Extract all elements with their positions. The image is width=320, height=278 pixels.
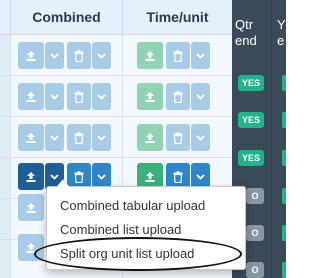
combined-upload-options-button[interactable] [45,42,64,69]
status-badge-edge [282,225,286,241]
upload-icon [145,50,155,61]
trash-icon [173,170,183,183]
table-row [0,117,232,158]
trash-icon [74,49,84,62]
header-qtr-end: Qtr end [235,17,257,48]
table-header-row: Combined Time/unit [0,0,232,35]
upload-icon [145,132,155,143]
combined-delete-button[interactable] [67,42,91,69]
column-divider [271,0,272,278]
combined-upload-button[interactable] [18,194,44,221]
upload-icon [26,242,36,253]
status-badge-edge [282,75,286,91]
chevron-down-icon [196,134,205,141]
column-divider [122,117,123,157]
trash-icon [74,131,84,144]
column-divider [10,240,11,278]
combined-upload-button[interactable] [18,124,44,151]
time-unit-delete-button[interactable] [166,124,190,151]
table-row [0,76,232,117]
trash-icon [74,170,84,183]
time-unit-upload-button[interactable] [137,124,163,151]
upload-icon [145,91,155,102]
chevron-down-icon [97,173,106,180]
row-stub [0,199,10,239]
upload-icon [26,171,36,182]
trash-icon [173,131,183,144]
upload-options-menu: Combined tabular upload Combined list up… [46,186,246,270]
column-divider [10,35,11,75]
menu-item-combined-list-upload[interactable]: Combined list upload [60,222,181,237]
chevron-down-icon [196,52,205,59]
header-year-line1: Y [277,17,286,32]
time-unit-delete-options-button[interactable] [191,83,210,110]
header-time-unit: Time/unit [122,0,232,35]
column-divider [10,76,11,116]
status-badge-edge [282,150,286,166]
chevron-down-icon [97,93,106,100]
status-badge: O [246,225,264,241]
time-unit-upload-button[interactable] [137,42,163,69]
time-unit-delete-button[interactable] [166,42,190,69]
combined-delete-options-button[interactable] [92,83,111,110]
chevron-down-icon [50,134,59,141]
status-badge: YES [238,112,264,128]
chevron-down-icon [50,52,59,59]
column-divider [122,76,123,116]
trash-icon [173,90,183,103]
status-badge-edge [282,262,286,278]
row-stub [0,158,10,198]
time-unit-delete-options-button[interactable] [191,42,210,69]
row-stub [0,35,10,75]
row-stub [0,117,10,157]
combined-delete-button[interactable] [67,83,91,110]
combined-delete-options-button[interactable] [92,124,111,151]
upload-icon [26,91,36,102]
dropdown-pointer-fill [57,180,69,187]
upload-icon [26,132,36,143]
chevron-down-icon [97,134,106,141]
header-year: Y e [277,17,289,83]
header-left-stub [0,0,10,35]
upload-icon [145,171,155,182]
column-divider [122,35,123,75]
upload-icon [26,202,36,213]
upload-icon [26,50,36,61]
chevron-down-icon [97,52,106,59]
trash-icon [74,90,84,103]
row-stub [0,240,10,278]
time-unit-upload-button[interactable] [137,83,163,110]
combined-delete-button[interactable] [67,124,91,151]
status-badge: O [246,262,264,278]
status-badge: YES [238,150,264,166]
column-divider [10,158,11,198]
chevron-down-icon [196,173,205,180]
column-divider [10,199,11,239]
column-divider [10,117,11,157]
combined-upload-options-button[interactable] [45,124,64,151]
time-unit-delete-button[interactable] [166,83,190,110]
menu-item-combined-tabular-upload[interactable]: Combined tabular upload [60,198,205,213]
menu-item-split-org-unit-list-upload[interactable]: Split org unit list upload [60,246,194,261]
chevron-down-icon [50,93,59,100]
combined-upload-button[interactable] [18,42,44,69]
combined-upload-button[interactable] [18,83,44,110]
table-row [0,35,232,76]
combined-upload-button[interactable] [18,163,44,190]
header-year-line2: e [277,33,285,48]
status-badge-edge [282,188,286,204]
combined-delete-options-button[interactable] [92,42,111,69]
row-stub [0,76,10,116]
combined-upload-button[interactable] [18,234,44,261]
status-badge: O [246,188,264,204]
chevron-down-icon [196,93,205,100]
combined-upload-options-button[interactable] [45,83,64,110]
status-badge: YES [238,75,264,91]
time-unit-delete-options-button[interactable] [191,124,210,151]
trash-icon [173,49,183,62]
status-badge-edge [282,112,286,128]
header-combined: Combined [10,0,122,35]
